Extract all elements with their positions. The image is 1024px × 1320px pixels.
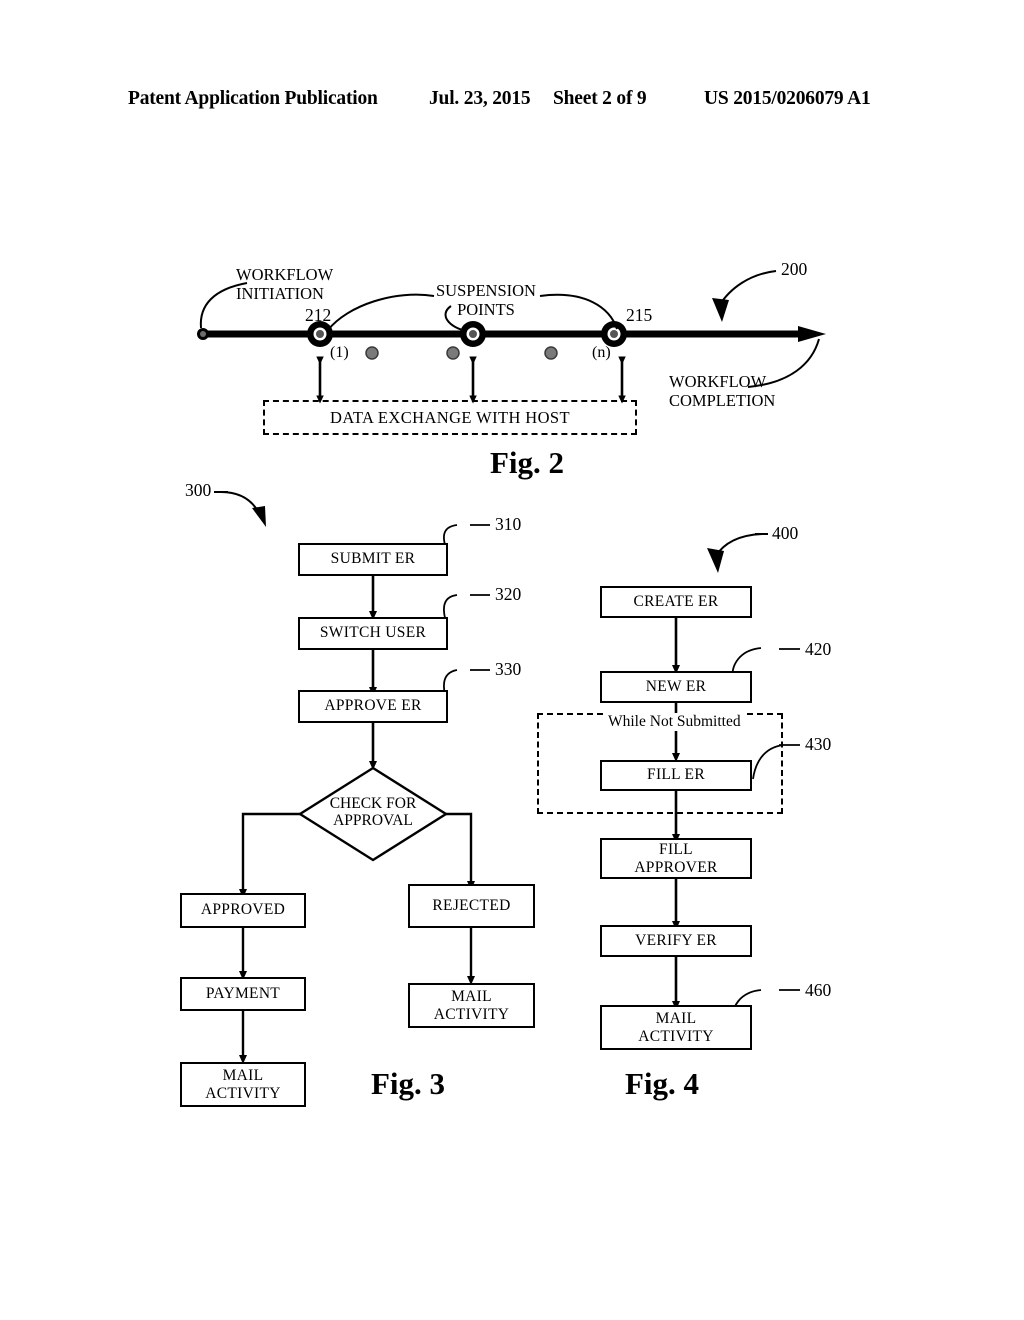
fig3-mail-left-line1: MAIL <box>222 1067 264 1085</box>
fig2-ref-200: 200 <box>781 259 808 279</box>
fig3-box-mail-activity-right[interactable]: MAIL ACTIVITY <box>408 983 535 1028</box>
fig4-box-fill-approver[interactable]: FILL APPROVER <box>600 838 752 879</box>
fig3-box-switch-user-label: SWITCH USER <box>319 624 427 642</box>
fig2-wc-line1: WORKFLOW <box>669 372 767 391</box>
fig3-box-payment[interactable]: PAYMENT <box>180 977 306 1011</box>
fig3-ref-320: 320 <box>495 584 522 604</box>
fig4-box-mail-activity[interactable]: MAIL ACTIVITY <box>600 1005 752 1050</box>
fig4-fill-approver-line1: FILL <box>659 841 693 859</box>
fig4-box-fill-er[interactable]: FILL ER <box>600 760 752 791</box>
fig4-fill-approver-line2: APPROVER <box>634 858 718 876</box>
fig3-mail-left-line2: ACTIVITY <box>205 1084 281 1102</box>
fig3-box-approved-label: APPROVED <box>200 901 286 919</box>
fig3-decision-check-for-approval[interactable]: CHECK FOR APPROVAL <box>303 795 443 829</box>
fig2-data-exchange-label: DATA EXCHANGE WITH HOST <box>330 407 570 427</box>
fig4-ref-430: 430 <box>805 734 832 754</box>
header-publication: Patent Application Publication <box>128 88 378 109</box>
fig2-caption: Fig. 2 <box>490 445 565 480</box>
fig2-wc-line2: COMPLETION <box>669 391 776 411</box>
fig4-box-new-er-label: NEW ER <box>645 677 707 695</box>
fig3-box-rejected[interactable]: REJECTED <box>408 884 535 928</box>
fig3-decision-line2: APPROVAL <box>333 812 413 830</box>
fig2-sp-line1: SUSPENSION <box>436 281 536 300</box>
fig2-index-last: (n) <box>592 344 611 361</box>
fig2-ellipsis-dots <box>365 346 558 360</box>
fig4-box-verify-er[interactable]: VERIFY ER <box>600 925 752 957</box>
fig2-suspension-points-label: SUSPENSION POINTS <box>436 281 536 319</box>
fig2-wi-line1: WORKFLOW <box>236 265 334 284</box>
fig3-box-payment-label: PAYMENT <box>205 984 281 1002</box>
fig3-box-approve-er[interactable]: APPROVE ER <box>298 690 448 723</box>
fig2-node-middle <box>460 321 486 347</box>
fig3-ref-330: 330 <box>495 659 522 679</box>
fig3-decision-line1: CHECK FOR <box>329 795 417 812</box>
fig4-box-create-er-label: CREATE ER <box>633 592 719 610</box>
fig4-while-not-submitted-label: While Not Submitted <box>605 713 744 731</box>
fig3-box-submit-er[interactable]: SUBMIT ER <box>298 543 448 576</box>
fig3-ref-310: 310 <box>495 514 522 534</box>
fig4-box-new-er[interactable]: NEW ER <box>600 671 752 703</box>
fig3-box-submit-er-label: SUBMIT ER <box>330 550 416 568</box>
fig4-mail-activity-line1: MAIL <box>655 1010 697 1028</box>
fig3-mail-right-line1: MAIL <box>451 988 492 1006</box>
fig2-wi-line2: INITIATION <box>236 284 324 304</box>
fig3-box-mail-activity-left[interactable]: MAIL ACTIVITY <box>180 1062 306 1107</box>
fig3-box-switch-user[interactable]: SWITCH USER <box>298 617 448 650</box>
fig3-box-approved[interactable]: APPROVED <box>180 893 306 928</box>
header-date: Jul. 23, 2015 <box>429 88 531 109</box>
fig2-exchange-arrows <box>316 356 626 404</box>
fig4-ref-420: 420 <box>805 639 832 659</box>
fig3-caption: Fig. 3 <box>371 1066 446 1101</box>
page-header: Patent Application Publication Jul. 23, … <box>0 84 1024 114</box>
fig4-box-fill-er-label: FILL ER <box>647 766 705 784</box>
fig4-caption: Fig. 4 <box>625 1066 700 1101</box>
fig2-ref-212: 212 <box>305 305 332 325</box>
fig3-box-rejected-label: REJECTED <box>432 896 511 914</box>
fig2-workflow-initiation-label: WORKFLOW INITIATION <box>236 265 333 303</box>
fig4-ref-400: 400 <box>772 523 799 543</box>
fig2-ref-215: 215 <box>626 305 653 325</box>
fig2-workflow-completion-label: WORKFLOW COMPLETION <box>669 372 775 410</box>
fig2-index-first: (1) <box>330 344 349 361</box>
fig3-ref-300: 300 <box>185 480 212 500</box>
fig2-sp-line2: POINTS <box>457 300 515 320</box>
fig3-box-approve-er-label: APPROVE ER <box>324 697 422 715</box>
header-sheet: Sheet 2 of 9 <box>553 88 647 109</box>
fig4-ref-460: 460 <box>805 980 832 1000</box>
header-patent-number: US 2015/0206079 A1 <box>704 88 871 109</box>
fig3-mail-right-line2: ACTIVITY <box>433 1005 510 1023</box>
fig4-box-create-er[interactable]: CREATE ER <box>600 586 752 618</box>
patent-drawing-sheet: Patent Application Publication Jul. 23, … <box>0 0 1024 1320</box>
fig4-mail-activity-line2: ACTIVITY <box>638 1027 714 1045</box>
fig4-box-verify-er-label: VERIFY ER <box>635 931 717 949</box>
